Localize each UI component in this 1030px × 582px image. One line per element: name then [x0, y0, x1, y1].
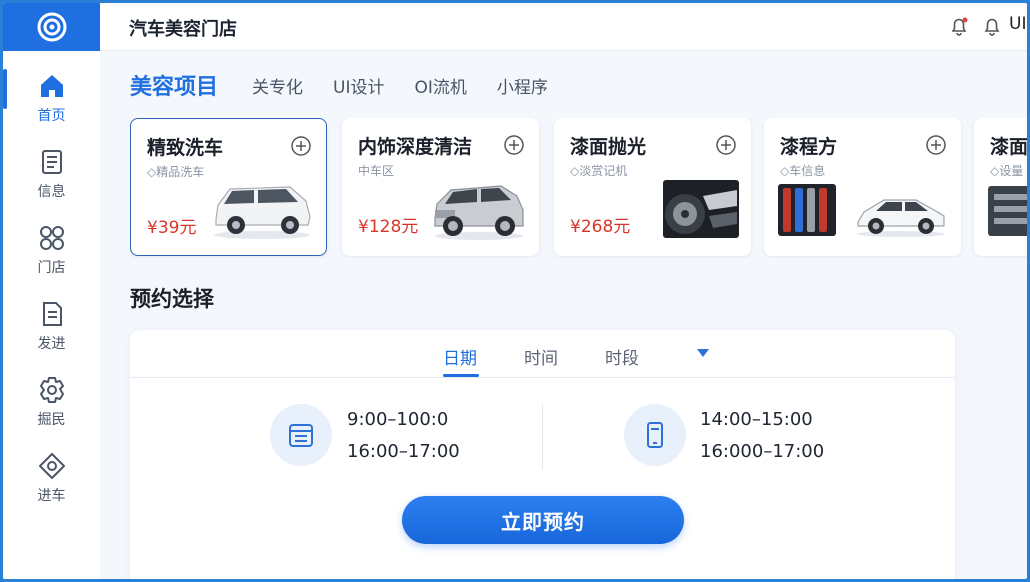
tab-time[interactable]: 时间	[524, 344, 558, 369]
card-title: 精致洗车	[147, 137, 224, 159]
sidebar-item-label: 首页	[37, 108, 66, 124]
service-card[interactable]: 漆程方 ◇车信息	[764, 118, 961, 256]
sidebar-item-home[interactable]: 首页	[3, 71, 100, 141]
app-window: 汽车美容门店 UI 首页 信息 门店 发进 掘民 进车 美容项目 关专化 UI设…	[3, 3, 1027, 579]
tab-item[interactable]: UI设计	[333, 73, 384, 98]
caret-down-icon[interactable]	[696, 348, 710, 358]
card-title: 漆面抛	[990, 136, 1027, 158]
sidebar-item-label: 发进	[37, 336, 66, 352]
home-icon	[40, 75, 63, 97]
sidebar-item-store[interactable]: 门店	[3, 223, 100, 293]
sidebar-item-label: 信息	[37, 184, 66, 200]
sidebar-item-send[interactable]: 发进	[3, 299, 100, 369]
sidebar-item-car[interactable]: 进车	[3, 451, 100, 521]
card-subtitle: ◇车信息	[780, 164, 826, 178]
service-card[interactable]: 精致洗车 ◇精品洗车 ¥39元	[130, 118, 327, 256]
app-logo[interactable]	[3, 3, 100, 51]
file-icon	[42, 302, 62, 326]
time-slot[interactable]: 16:000–17:00	[700, 436, 824, 468]
diamond-icon	[38, 453, 65, 479]
active-tab-underline	[443, 374, 479, 377]
notification-alert-icon[interactable]	[948, 15, 970, 37]
card-subtitle: ◇淡赏记机	[570, 164, 628, 178]
gear-icon	[39, 377, 64, 403]
app-title: 汽车美容门店	[129, 19, 237, 40]
service-card[interactable]: 漆面抛 ◇设量	[974, 118, 1027, 256]
service-card[interactable]: 内饰深度清洁 中车区 ¥128元	[342, 118, 539, 256]
card-subtitle: ◇设量	[990, 164, 1024, 178]
slot-icon-left	[270, 404, 332, 466]
time-slot[interactable]: 9:00–100:0	[347, 404, 448, 436]
tab-beauty-items[interactable]: 美容项目	[130, 69, 218, 101]
add-circle-icon[interactable]	[503, 134, 525, 156]
service-card[interactable]: 漆面抛光 ◇淡赏记机 ¥268元	[554, 118, 751, 256]
slot-divider	[542, 404, 543, 470]
time-slot[interactable]: 16:00–17:00	[347, 436, 460, 468]
time-slot[interactable]: 14:00–15:00	[700, 404, 813, 436]
document-icon	[41, 150, 62, 174]
polish-bottles-image	[778, 184, 836, 236]
tab-item[interactable]: 关专化	[252, 73, 303, 98]
tab-item[interactable]: 小程序	[497, 73, 548, 98]
card-subtitle: 中车区	[358, 164, 395, 178]
sidebar-item-label: 门店	[37, 260, 66, 276]
wheel-closeup-image	[663, 180, 739, 238]
calendar-list-icon	[289, 424, 313, 447]
booking-tabs: 日期 时间 时段	[130, 330, 955, 378]
detail-image	[988, 186, 1027, 236]
top-bar: 汽车美容门店 UI	[3, 3, 1027, 51]
category-tabs: 美容项目 关专化 UI设计 OI流机 小程序	[130, 69, 578, 101]
sedan-image	[857, 199, 945, 237]
user-menu[interactable]: UI	[1009, 14, 1026, 34]
card-price: ¥39元	[147, 218, 197, 238]
card-subtitle: ◇精品洗车	[147, 165, 205, 179]
minivan-image	[214, 186, 311, 239]
card-title: 漆面抛光	[570, 136, 647, 158]
sidebar: 首页 信息 门店 发进 掘民 进车	[3, 51, 100, 579]
card-price: ¥128元	[358, 217, 419, 237]
sidebar-item-label: 进车	[37, 488, 66, 504]
sidebar-item-info[interactable]: 信息	[3, 147, 100, 217]
grid-circles-icon	[39, 226, 64, 250]
card-title: 内饰深度清洁	[358, 136, 473, 158]
add-circle-icon[interactable]	[715, 134, 737, 156]
add-circle-icon[interactable]	[925, 134, 947, 156]
tab-period[interactable]: 时段	[605, 344, 639, 369]
bell-icon[interactable]	[981, 15, 1003, 37]
card-price: ¥268元	[570, 217, 631, 237]
book-now-button[interactable]: 立即预约	[402, 496, 684, 544]
sidebar-item-settings[interactable]: 掘民	[3, 375, 100, 445]
slot-icon-right	[624, 404, 686, 466]
tab-item[interactable]: OI流机	[414, 73, 466, 98]
logo-icon	[37, 12, 66, 42]
booking-panel: 日期 时间 时段 9:00–100:0 16:00–17:00 14:00–15…	[130, 330, 955, 579]
add-circle-icon[interactable]	[290, 135, 312, 157]
tab-date[interactable]: 日期	[443, 344, 477, 369]
phone-icon	[647, 422, 663, 448]
service-cards: 精致洗车 ◇精品洗车 ¥39元 内饰深度清洁 中车区 ¥128元 漆面抛光 ◇淡…	[130, 118, 1027, 258]
card-title: 漆程方	[780, 136, 838, 158]
booking-section-title: 预约选择	[130, 287, 214, 311]
sidebar-item-label: 掘民	[37, 412, 66, 428]
main-content: 美容项目 关专化 UI设计 OI流机 小程序 精致洗车 ◇精品洗车 ¥39元 内…	[100, 51, 1027, 579]
suv-image	[434, 185, 524, 240]
